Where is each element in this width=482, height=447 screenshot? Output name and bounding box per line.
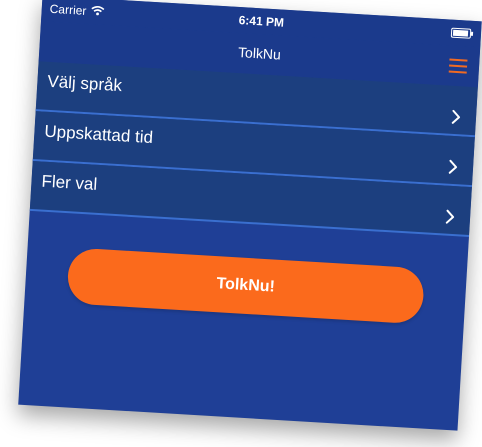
list-item-label: Uppskattad tid — [43, 121, 154, 148]
chevron-right-icon — [444, 208, 457, 227]
list-item-label: Välj språk — [46, 71, 123, 96]
hamburger-menu-icon[interactable] — [448, 58, 468, 74]
screenshot-stage: Carrier 6:41 PM TolkNu Välj språk Uppska… — [0, 0, 482, 447]
cta-container: TolkNu! — [24, 245, 467, 327]
options-list: Välj språk Uppskattad tid Fler val — [29, 61, 478, 238]
battery-level — [452, 29, 469, 37]
list-item-label: Fler val — [40, 171, 98, 194]
battery-icon — [450, 27, 472, 39]
tolknu-button[interactable]: TolkNu! — [66, 247, 426, 325]
chevron-right-icon — [450, 108, 463, 127]
chevron-right-icon — [447, 158, 460, 177]
phone-screen: Carrier 6:41 PM TolkNu Välj språk Uppska… — [18, 0, 482, 431]
